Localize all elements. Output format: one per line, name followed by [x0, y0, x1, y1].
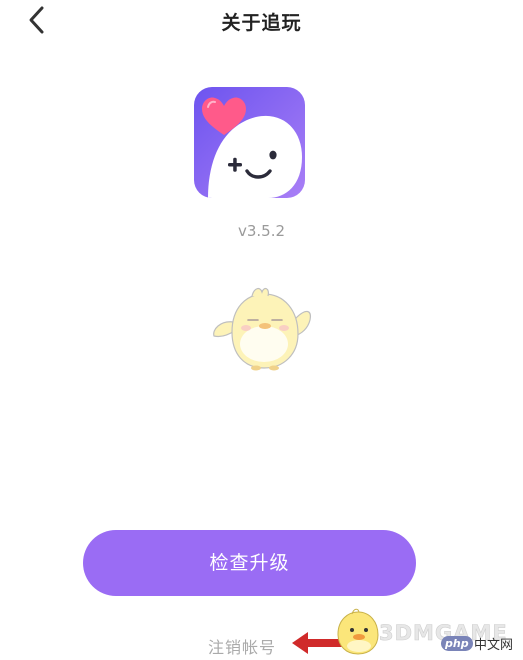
mascot-duck-icon — [208, 282, 318, 374]
check-update-button[interactable]: 检查升级 — [83, 530, 416, 596]
page-title: 关于追玩 — [221, 12, 302, 34]
app-logo-icon — [194, 87, 305, 198]
app-version: v3.5.2 — [237, 222, 286, 240]
watermark-duck-icon — [330, 608, 382, 656]
watermark-cn-text: 中文网 — [474, 638, 514, 653]
header-bar: 关于追玩 — [0, 0, 523, 40]
cancel-account-link[interactable]: 注销帐号 — [208, 634, 276, 658]
watermark-php-badge: php — [441, 636, 473, 651]
